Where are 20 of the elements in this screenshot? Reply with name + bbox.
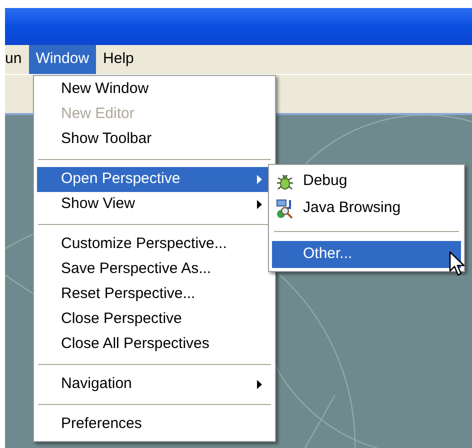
menu-item[interactable]: Close Perspective (37, 307, 272, 332)
menu-bar-item[interactable]: un (5, 45, 29, 74)
menu-item[interactable]: New Window (37, 77, 272, 102)
menu-bar-item[interactable]: Help (96, 45, 141, 74)
menu-item[interactable]: Java Browsing (272, 195, 461, 222)
menu-item[interactable]: Show View (37, 192, 272, 217)
menu-bar-item[interactable]: Window (28, 45, 96, 74)
magnifier-icon (275, 198, 295, 218)
submenu-arrow-icon (257, 175, 262, 184)
menu-item[interactable]: Other... (272, 241, 461, 268)
menu-item[interactable]: Customize Perspective... (37, 232, 272, 257)
menu-item[interactable]: Show Toolbar (37, 127, 272, 152)
menu-item[interactable]: Save Perspective As... (37, 257, 272, 282)
menu-item[interactable]: Navigation (37, 372, 272, 397)
submenu-arrow-icon (257, 380, 262, 389)
menu-item[interactable]: Preferences (37, 412, 272, 437)
menu-item[interactable]: Debug (272, 168, 461, 195)
submenu-arrow-icon (257, 200, 262, 209)
menu-item[interactable]: Close All Perspectives (37, 332, 272, 357)
menu-item[interactable]: Reset Perspective... (37, 282, 272, 307)
